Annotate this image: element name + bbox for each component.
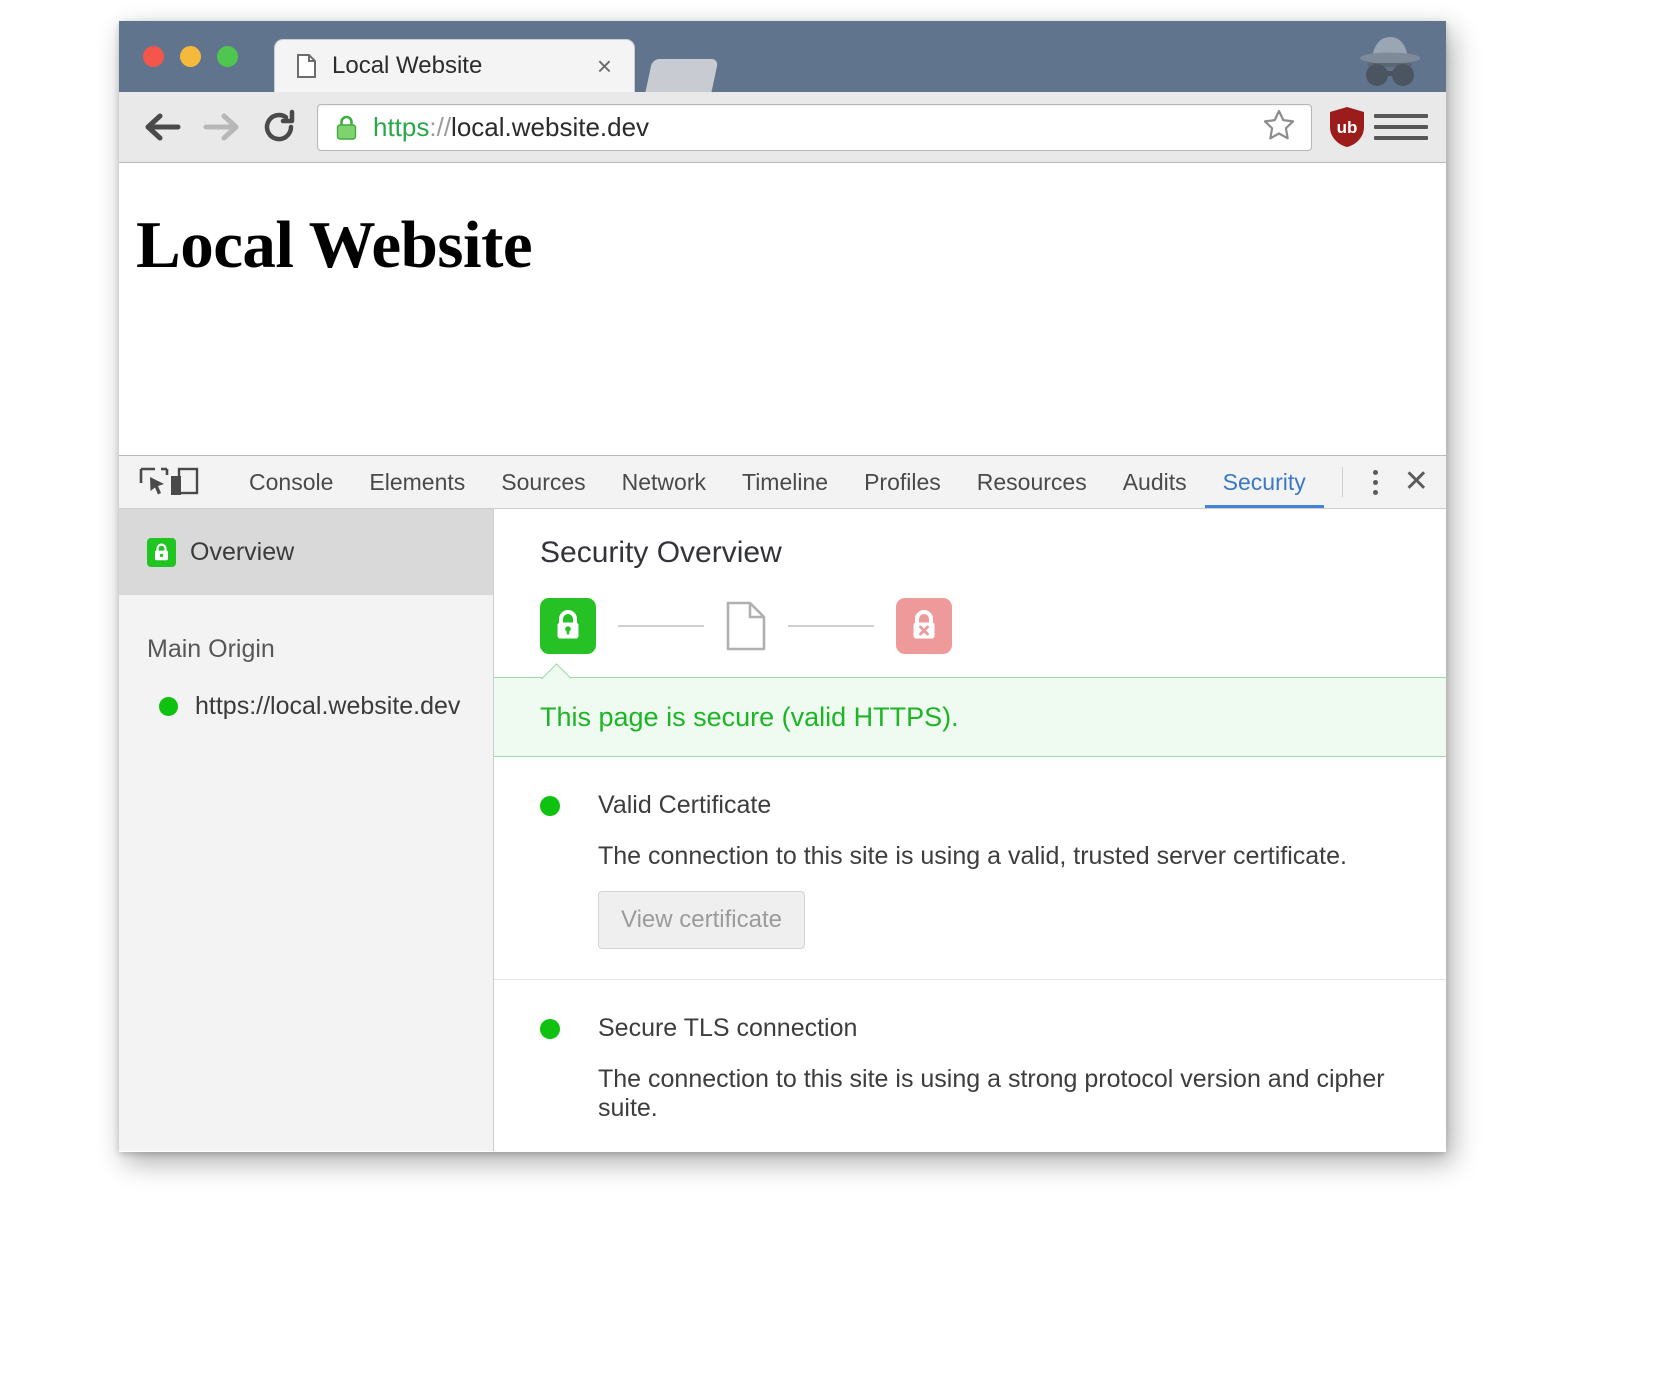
browser-tab[interactable]: Local Website × — [274, 39, 635, 92]
browser-window: Local Website × https://local.website.de… — [119, 21, 1446, 1152]
hamburger-icon[interactable] — [1374, 103, 1428, 151]
security-detail-row: Secure TLS connection The connection to … — [494, 980, 1446, 1151]
ublock-origin-icon[interactable]: ub — [1326, 106, 1368, 148]
connector-line-1 — [618, 625, 704, 627]
page-title: Local Website — [136, 208, 533, 282]
devtools-toolbar: Console Elements Sources Network Timelin… — [119, 456, 1446, 509]
security-summary-icons — [494, 570, 1446, 654]
address-bar[interactable]: https://local.website.dev — [317, 103, 1312, 151]
browser-toolbar: https://local.website.dev ub — [119, 92, 1446, 163]
secure-lock-icon — [540, 598, 596, 654]
close-devtools-button[interactable]: ✕ — [1390, 467, 1446, 497]
tab-network[interactable]: Network — [604, 456, 724, 508]
secure-lock-badge-icon — [147, 537, 176, 567]
toolbar-divider-right — [1341, 467, 1343, 497]
device-toolbar-icon[interactable] — [169, 464, 199, 500]
tab-console[interactable]: Console — [231, 456, 351, 508]
window-controls — [143, 46, 238, 67]
tab-title: Local Website — [332, 52, 483, 79]
status-dot-icon — [540, 1018, 560, 1039]
svg-text:ub: ub — [1337, 118, 1358, 137]
tab-elements[interactable]: Elements — [351, 456, 483, 508]
tab-sources[interactable]: Sources — [483, 456, 603, 508]
url-host: local.website.dev — [451, 111, 650, 142]
security-main-panel: Security Overview This page is secure (v… — [494, 509, 1446, 1151]
insecure-lock-icon — [896, 598, 952, 654]
new-tab-button[interactable] — [645, 59, 719, 92]
security-overview-title: Security Overview — [540, 536, 782, 569]
view-certificate-button[interactable]: View certificate — [598, 891, 805, 949]
detail-header: Valid Certificate — [540, 791, 1446, 820]
maximize-window-button[interactable] — [217, 46, 238, 67]
tab-audits[interactable]: Audits — [1105, 456, 1205, 508]
incognito-icon — [1342, 27, 1438, 92]
forward-arrow-icon — [197, 103, 245, 151]
sidebar-item-overview[interactable]: Overview — [119, 509, 493, 595]
security-status-banner: This page is secure (valid HTTPS). — [494, 677, 1446, 757]
security-detail-row: Valid Certificate The connection to this… — [494, 757, 1446, 980]
page-content: Local Website — [119, 163, 1446, 456]
detail-description: The connection to this site is using a v… — [598, 842, 1347, 870]
tab-profiles[interactable]: Profiles — [846, 456, 959, 508]
tab-security[interactable]: Security — [1205, 456, 1324, 508]
reload-icon[interactable] — [255, 103, 303, 151]
devtools-toolbar-right: ✕ — [1324, 456, 1446, 508]
banner-notch — [541, 663, 571, 679]
devtools-panel: Console Elements Sources Network Timelin… — [119, 456, 1446, 1151]
sidebar-item-origin-label: https://local.website.dev — [195, 692, 461, 720]
page-icon — [297, 54, 316, 78]
connector-line-2 — [788, 625, 874, 627]
security-sidebar: Overview Main Origin https://local.websi… — [119, 509, 494, 1151]
sidebar-group-main-origin: Main Origin — [147, 635, 275, 663]
tab-resources[interactable]: Resources — [959, 456, 1105, 508]
tab-strip: Local Website × — [119, 21, 1446, 92]
detail-header: Secure TLS connection — [540, 1014, 1446, 1043]
kebab-menu-icon[interactable] — [1361, 469, 1390, 495]
back-arrow-icon[interactable] — [139, 103, 187, 151]
document-icon — [726, 601, 766, 651]
minimize-window-button[interactable] — [180, 46, 201, 67]
origin-status-dot-icon — [159, 697, 178, 716]
star-icon[interactable] — [1263, 109, 1295, 145]
devtools-tab-list: Console Elements Sources Network Timelin… — [231, 456, 1324, 508]
url-separator: :// — [429, 111, 452, 142]
status-dot-icon — [540, 795, 560, 816]
screenshot-root: Local Website × https://local.website.de… — [0, 0, 1664, 1392]
lock-icon[interactable] — [336, 115, 357, 140]
inspect-element-icon[interactable] — [139, 464, 169, 500]
sidebar-item-overview-label: Overview — [190, 537, 295, 566]
devtools-body: Overview Main Origin https://local.websi… — [119, 509, 1446, 1151]
sidebar-item-origin[interactable]: https://local.website.dev — [119, 664, 493, 721]
security-status-text: This page is secure (valid HTTPS). — [540, 701, 959, 732]
tab-timeline[interactable]: Timeline — [724, 456, 846, 508]
url-text: https://local.website.dev — [373, 112, 649, 143]
close-tab-button[interactable]: × — [597, 53, 612, 79]
detail-title: Secure TLS connection — [598, 1014, 858, 1042]
url-scheme: https — [373, 111, 430, 142]
detail-title: Valid Certificate — [598, 791, 772, 819]
close-window-button[interactable] — [143, 46, 164, 67]
detail-description: The connection to this site is using a s… — [598, 1065, 1385, 1122]
